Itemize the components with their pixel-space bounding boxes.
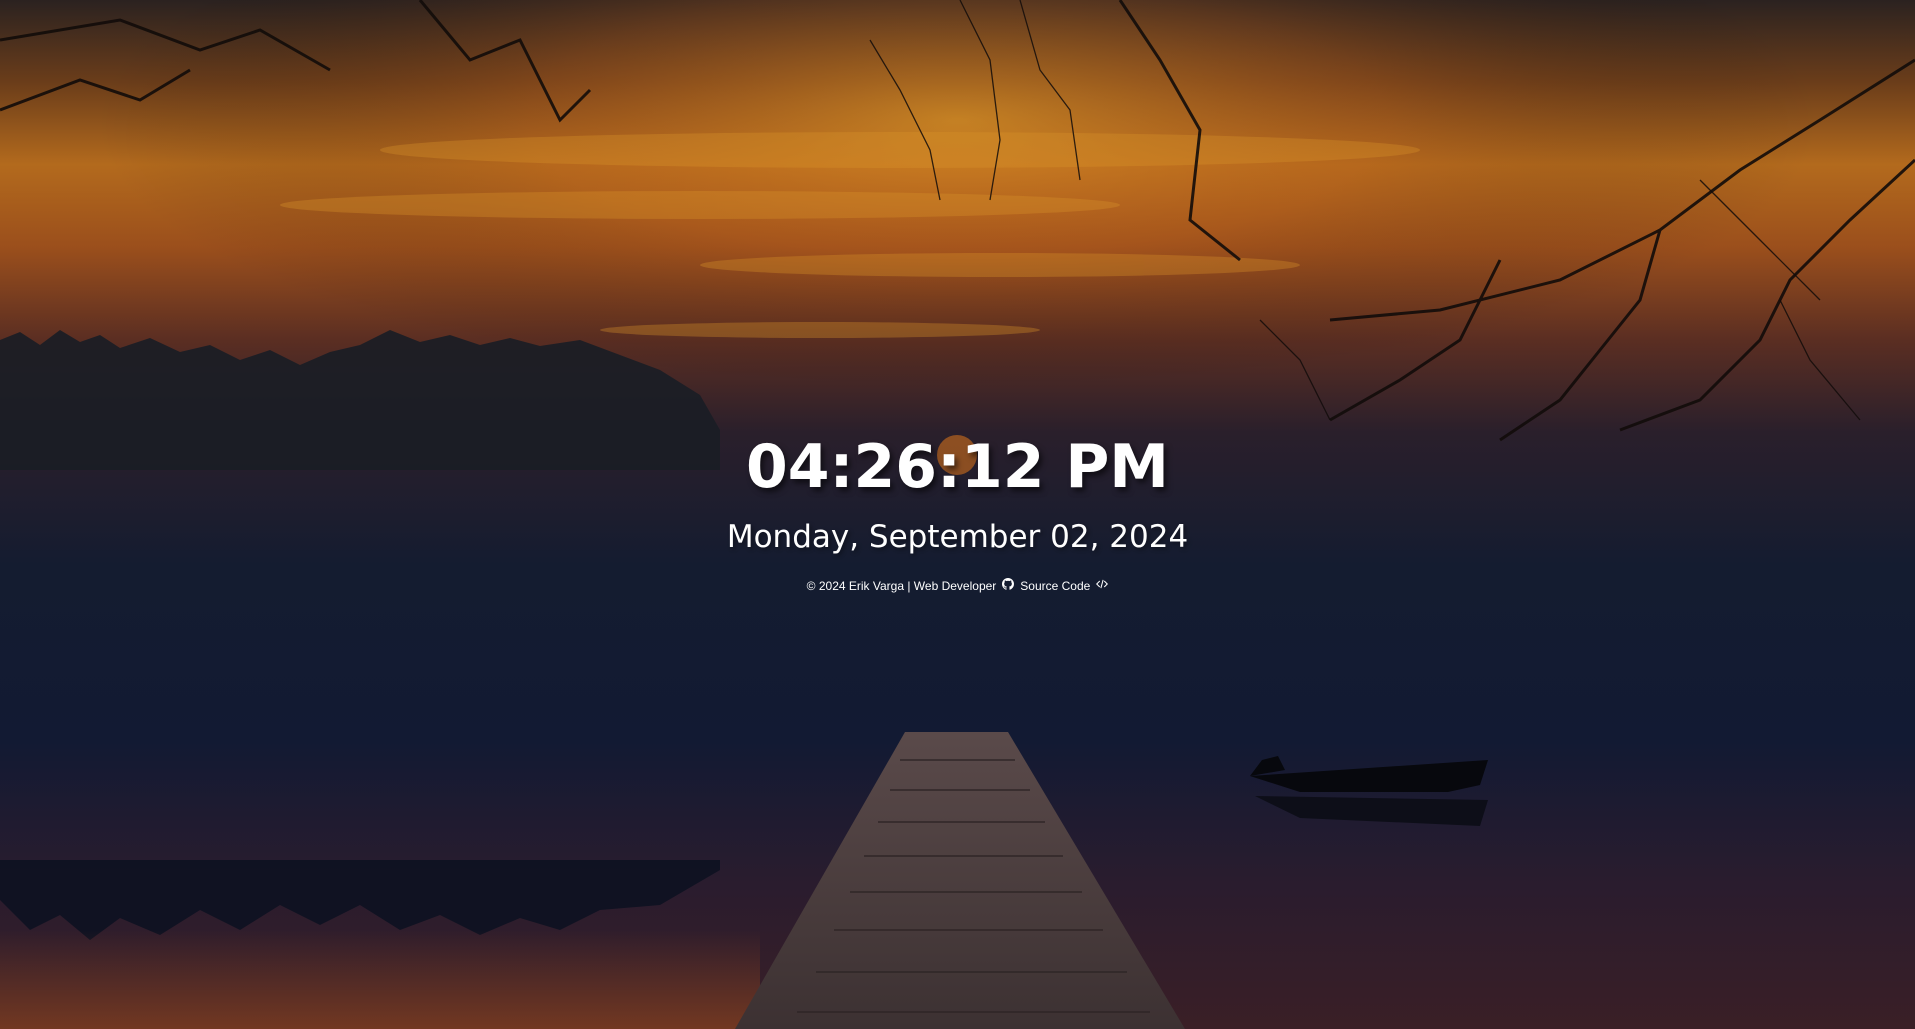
clock-panel: 04:26:12 PM Monday, September 02, 2024 ©… [0, 425, 1915, 595]
copyright-text: © 2024 Erik Varga | Web Developer [806, 579, 997, 593]
source-code-label: Source Code [1020, 579, 1091, 593]
source-code-link[interactable]: Source Code [1020, 577, 1090, 595]
clock-time: 04:26:12 PM [745, 432, 1170, 502]
clock-date: Monday, September 02, 2024 [726, 519, 1189, 555]
github-icon [1002, 577, 1015, 595]
page: 04:26:12 PM Monday, September 02, 2024 ©… [0, 0, 1915, 1029]
code-icon [1096, 577, 1109, 595]
footer: © 2024 Erik Varga | Web Developer Source… [807, 577, 1109, 595]
